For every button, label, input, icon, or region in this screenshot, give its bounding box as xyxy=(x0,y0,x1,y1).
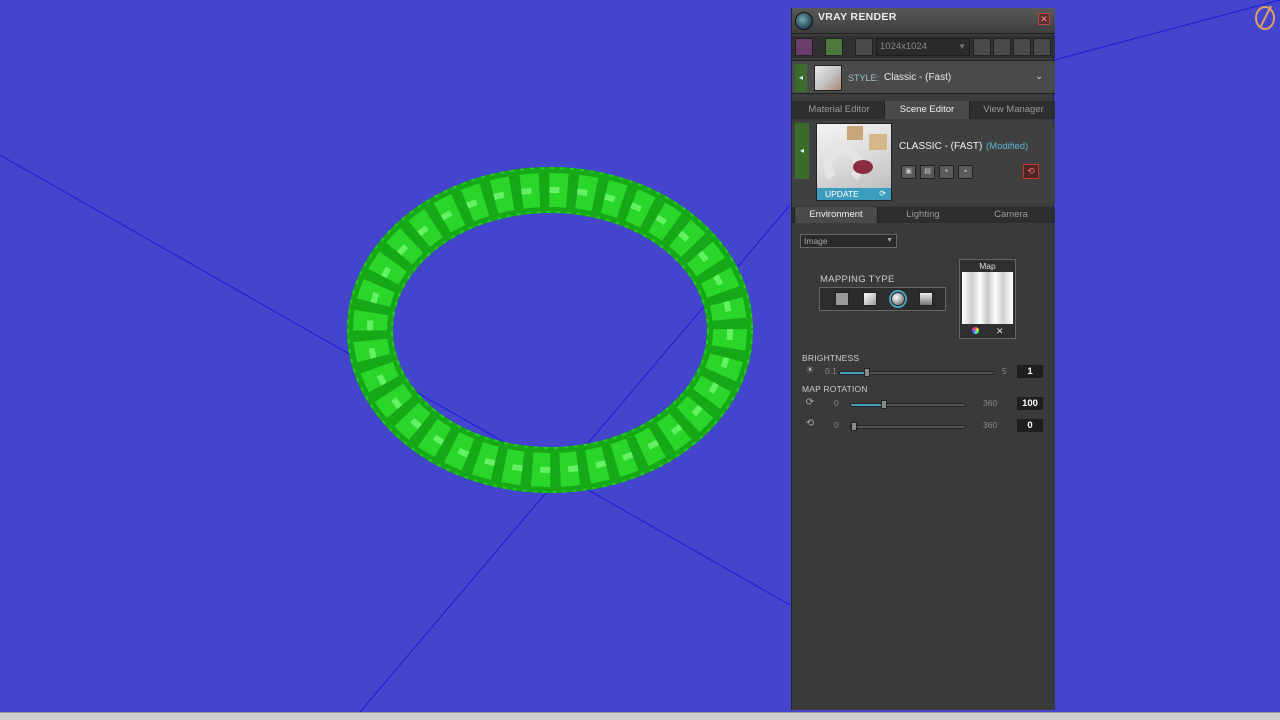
rotation-horizontal-slider[interactable] xyxy=(850,400,966,409)
sun-icon: ☀ xyxy=(805,365,815,376)
brightness-label: BRIGHTNESS xyxy=(802,353,860,363)
style-thumbnail xyxy=(814,65,842,91)
reset-icon[interactable]: ⟲ xyxy=(1023,164,1039,179)
brightness-slider[interactable] xyxy=(839,368,994,377)
rotation-horizontal-slider-handle[interactable] xyxy=(881,400,887,409)
close-icon[interactable]: ✕ xyxy=(1038,13,1050,25)
rotation-horizontal-value[interactable]: 100 xyxy=(1017,397,1043,410)
refresh-icon: ⟳ xyxy=(879,189,886,198)
rotation-vertical-value[interactable]: 0 xyxy=(1017,419,1043,432)
rotation-vertical-slider[interactable] xyxy=(850,422,966,431)
map-preview-image[interactable] xyxy=(962,272,1013,324)
environment-map-slot[interactable]: Map ✕ xyxy=(959,259,1016,339)
style-value: Classic - (Fast) xyxy=(884,72,952,83)
import-icon[interactable]: ▪ xyxy=(958,165,973,179)
panel-titlebar[interactable]: VRAY RENDER ✕ xyxy=(792,8,1055,34)
update-label: UPDATE xyxy=(825,189,859,199)
mapping-type-label: MAPPING TYPE xyxy=(820,274,895,285)
tab-view-manager[interactable]: View Manager xyxy=(972,101,1055,119)
editor-tabs: Material Editor Scene Editor View Manage… xyxy=(792,101,1055,119)
list-icon[interactable] xyxy=(1013,38,1031,56)
tab-environment[interactable]: Environment xyxy=(794,207,878,223)
compare-icon[interactable] xyxy=(993,38,1011,56)
clear-map-icon[interactable]: ✕ xyxy=(996,326,1004,337)
spherical-mapping-icon[interactable] xyxy=(889,290,907,308)
resolution-field[interactable]: 1024x1024 ▼ xyxy=(876,38,970,56)
style-selector[interactable]: ◂ STYLE: Classic - (Fast) ⌄ xyxy=(792,60,1055,94)
collapse-arrow-icon[interactable]: ◂ xyxy=(795,64,807,92)
vray-logo-icon xyxy=(795,12,813,30)
chevron-down-icon: ▼ xyxy=(958,42,966,51)
environment-settings: Image ▼ MAPPING TYPE Map ✕ BRIGHTNESS ☀ … xyxy=(792,224,1055,710)
scene-modified-status: (Modified) xyxy=(986,141,1029,152)
cubic-mapping-icon[interactable] xyxy=(863,292,877,306)
interactive-render-button[interactable] xyxy=(825,38,843,56)
map-rotation-label: MAP ROTATION xyxy=(802,384,868,394)
brightness-value[interactable]: 1 xyxy=(1017,365,1043,378)
render-button[interactable] xyxy=(795,38,813,56)
color-picker-icon[interactable] xyxy=(972,327,979,334)
rotation-horizontal-min: 0 xyxy=(834,398,839,408)
panel-title: VRAY RENDER xyxy=(818,11,897,23)
update-button[interactable]: UPDATE ⟳ xyxy=(817,188,891,200)
add-icon[interactable]: + xyxy=(939,165,954,179)
app-logo-icon[interactable] xyxy=(1252,2,1278,32)
collapse-arrow-icon[interactable]: ◂ xyxy=(795,123,809,179)
hemispherical-mapping-icon[interactable] xyxy=(919,292,933,306)
rotation-vertical-slider-handle[interactable] xyxy=(851,422,857,431)
rotation-vertical-min: 0 xyxy=(834,420,839,430)
environment-source-value: Image xyxy=(804,236,828,246)
bottom-status-strip xyxy=(0,712,1280,720)
rotation-horizontal-slider-fill xyxy=(851,404,883,406)
chevron-down-icon: ▼ xyxy=(886,237,893,244)
environment-tabs: Environment Lighting Camera xyxy=(792,207,1055,223)
planar-mapping-icon[interactable] xyxy=(835,292,849,306)
resolution-value: 1024x1024 xyxy=(880,41,928,52)
mapping-type-buttons xyxy=(819,287,946,311)
brightness-min: 0.1 xyxy=(825,366,837,376)
scene-preset-name: CLASSIC - (FAST) xyxy=(899,141,983,152)
rotation-horizontal-max: 360 xyxy=(983,398,998,408)
render-toolbar: 1024x1024 ▼ xyxy=(792,36,1055,58)
brightness-max: 5 xyxy=(1002,366,1007,376)
frame-buffer-button[interactable] xyxy=(855,38,873,56)
map-label: Map xyxy=(979,261,996,271)
rotate-vertical-icon: ⟲ xyxy=(805,418,815,429)
style-label: STYLE: xyxy=(848,73,880,83)
rotation-vertical-max: 360 xyxy=(983,420,998,430)
settings-grid-icon[interactable] xyxy=(1033,38,1051,56)
rewind-icon[interactable] xyxy=(973,38,991,56)
environment-source-select[interactable]: Image ▼ xyxy=(800,234,897,248)
rotate-horizontal-icon: ⟳ xyxy=(805,397,815,408)
3d-viewport[interactable] xyxy=(0,0,1280,720)
scene-preview-thumbnail[interactable]: UPDATE ⟳ xyxy=(816,123,892,201)
tab-material-editor[interactable]: Material Editor xyxy=(796,101,882,119)
chevron-down-icon[interactable]: ⌄ xyxy=(1035,71,1043,82)
tab-lighting[interactable]: Lighting xyxy=(880,207,966,223)
brightness-slider-handle[interactable] xyxy=(864,368,870,377)
save-icon[interactable]: ▣ xyxy=(901,165,916,179)
tab-scene-editor[interactable]: Scene Editor xyxy=(884,101,970,119)
save-as-icon[interactable]: ▤ xyxy=(920,165,935,179)
vray-render-panel: VRAY RENDER ✕ 1024x1024 ▼ ◂ STYLE: Class… xyxy=(791,8,1055,710)
scene-preset: ◂ UPDATE ⟳ CLASSIC - (FAST) (Modified) ▣… xyxy=(792,121,1055,205)
brightness-slider-fill xyxy=(840,372,866,374)
tab-camera[interactable]: Camera xyxy=(968,207,1054,223)
